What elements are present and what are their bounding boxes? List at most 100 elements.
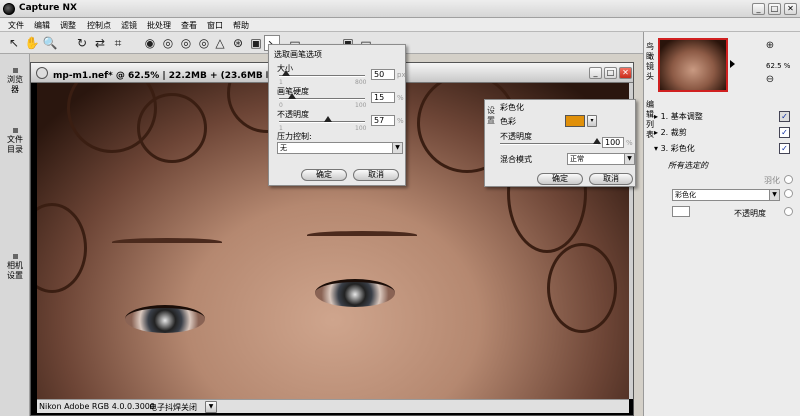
tab-browser[interactable]: 浏览器 <box>4 68 26 95</box>
auto-retouch-tool-icon[interactable]: ⊛ <box>230 35 246 51</box>
hair-curl <box>547 243 617 333</box>
colorize-step-select[interactable]: 彩色化 ▼ <box>672 189 780 201</box>
opacity-radio[interactable] <box>784 207 793 216</box>
red-eye-tool-icon[interactable]: △ <box>212 35 228 51</box>
color-swatch[interactable] <box>565 115 585 127</box>
step-colorize[interactable]: ▾ 3. 彩色化 ✓ <box>654 142 798 156</box>
brush-opacity-max: 100 <box>355 125 367 132</box>
brush-size-unit: px <box>397 71 406 79</box>
colorize-opacity-slider[interactable] <box>500 143 598 145</box>
brush-size-input[interactable]: 50 <box>371 69 395 80</box>
left-eyebrow <box>112 238 222 246</box>
color-label: 色彩 <box>500 117 516 126</box>
menu-window[interactable]: 窗口 <box>207 20 223 31</box>
white-point-tool-icon[interactable]: ◎ <box>160 35 176 51</box>
menu-edit[interactable]: 编辑 <box>34 20 50 31</box>
colorize-opacity-input[interactable]: 100 <box>602 137 624 148</box>
brush-size-thumb[interactable] <box>282 70 290 76</box>
step-crop[interactable]: ▸ 2. 裁剪 ✓ <box>654 126 798 140</box>
step-checkbox[interactable]: ✓ <box>779 111 790 122</box>
brush-opacity-input[interactable]: 57 <box>371 115 395 126</box>
brush-size-slider[interactable] <box>279 75 365 77</box>
straighten-tool-icon[interactable]: ⇄ <box>92 35 108 51</box>
brush-cancel-button[interactable]: 取消 <box>353 169 399 181</box>
tab-camera-settings[interactable]: 相机设置 <box>4 254 26 281</box>
rotate-tool-icon[interactable]: ↻ <box>74 35 90 51</box>
thumbnail-pointer-icon <box>730 60 735 68</box>
image-status-bar: Nikon Adobe RGB 4.0.0.3000 电子抖焊关闭 ▼ <box>37 399 629 413</box>
image-minimize-button[interactable]: _ <box>589 67 602 79</box>
brush-hardness-input[interactable]: 15 <box>371 92 395 103</box>
colorize-popup: 设置 彩色化 色彩 ▾ 不透明度 100 % 混合模式 正常 ▼ 确定 取消 <box>484 99 636 187</box>
zoom-level: 62.5 % <box>766 62 791 70</box>
chevron-down-icon: ▼ <box>392 143 402 153</box>
zoom-tool-icon[interactable]: 🔍 <box>42 35 58 51</box>
blend-mode-label: 混合模式 <box>500 155 532 164</box>
colorize-cancel-button[interactable]: 取消 <box>589 173 633 185</box>
color-picker-button[interactable]: ▾ <box>587 115 597 127</box>
crop-tool-icon[interactable]: ⌗ <box>110 35 126 51</box>
brush-size-max: 800 <box>355 79 367 86</box>
step-checkbox[interactable]: ✓ <box>779 127 790 138</box>
brush-hardness-min: 0 <box>279 102 283 109</box>
tab-birds-eye[interactable]: 鸟瞰镜头 <box>645 42 655 82</box>
close-button[interactable]: ✕ <box>784 3 797 15</box>
zoom-out-icon[interactable]: ⊖ <box>762 72 778 88</box>
step-opacity-label: 不透明度 <box>734 209 766 218</box>
colorize-step-radio[interactable] <box>784 189 793 198</box>
menu-help[interactable]: 帮助 <box>233 20 249 31</box>
blend-mode-value: 正常 <box>570 155 584 163</box>
zoom-in-icon[interactable]: ⊕ <box>762 38 778 54</box>
pressure-control-select[interactable]: 无 ▼ <box>277 142 403 154</box>
colorize-step-value: 彩色化 <box>675 191 696 199</box>
blend-mode-select[interactable]: 正常 ▼ <box>567 153 635 165</box>
menu-adjust[interactable]: 调整 <box>60 20 76 31</box>
image-close-button[interactable]: ✕ <box>619 67 632 79</box>
minimize-button[interactable]: _ <box>752 3 765 15</box>
colorize-ok-button[interactable]: 确定 <box>537 173 583 185</box>
brush-opacity-label: 不透明度 <box>277 110 309 119</box>
brush-ok-button[interactable]: 确定 <box>301 169 347 181</box>
menu-bar: 文件 编辑 调整 控制点 滤镜 批处理 查看 窗口 帮助 <box>0 18 800 32</box>
colorize-opacity-thumb[interactable] <box>593 138 601 144</box>
brush-hardness-unit: % <box>397 94 404 102</box>
right-eyebrow <box>307 231 417 239</box>
neutral-point-tool-icon[interactable]: ◎ <box>178 35 194 51</box>
color-point-tool-icon[interactable]: ◎ <box>196 35 212 51</box>
pressure-control-label: 压力控制: <box>277 132 312 141</box>
hand-tool-icon[interactable]: ✋ <box>24 35 40 51</box>
colorize-opacity-label: 不透明度 <box>500 132 532 141</box>
opacity-brush-icon[interactable] <box>672 206 690 217</box>
birds-eye-thumbnail[interactable] <box>658 38 728 92</box>
eye-tool-icon[interactable]: ▣ <box>248 35 264 51</box>
menu-view[interactable]: 查看 <box>181 20 197 31</box>
colorize-settings-tab[interactable]: 设置 <box>486 106 496 126</box>
menu-filter[interactable]: 滤镜 <box>121 20 137 31</box>
right-eye <box>315 279 395 307</box>
brush-size-min: 1 <box>279 79 283 86</box>
tab-browser-label: 浏览器 <box>7 75 23 94</box>
brush-opacity-slider[interactable] <box>279 121 365 123</box>
brush-hardness-thumb[interactable] <box>288 93 296 99</box>
tab-file-directory[interactable]: 文件目录 <box>4 128 26 155</box>
black-point-tool-icon[interactable]: ◉ <box>142 35 158 51</box>
step-basic-adjust[interactable]: ▸ 1. 基本调整 ✓ <box>654 110 798 124</box>
image-maximize-button[interactable]: □ <box>604 67 617 79</box>
brush-popup-title: 选取画笔选项 <box>274 50 322 59</box>
menu-file[interactable]: 文件 <box>8 20 24 31</box>
step-label: 3. 彩色化 <box>660 144 695 153</box>
menu-control-points[interactable]: 控制点 <box>87 20 111 31</box>
status-dropdown-button[interactable]: ▼ <box>205 401 217 413</box>
title-bar: Capture NX _ □ ✕ <box>0 0 800 18</box>
app-title: Capture NX <box>19 3 77 13</box>
pressure-control-value: 无 <box>280 144 287 152</box>
direct-select-tool-icon[interactable]: ↖ <box>6 35 22 51</box>
feather-radio[interactable] <box>784 175 793 184</box>
maximize-button[interactable]: □ <box>768 3 781 15</box>
brush-hardness-max: 100 <box>355 102 367 109</box>
tab-marker-icon <box>12 254 18 259</box>
menu-batch[interactable]: 批处理 <box>147 20 171 31</box>
app-logo-icon <box>3 3 15 15</box>
step-checkbox[interactable]: ✓ <box>779 143 790 154</box>
brush-opacity-thumb[interactable] <box>324 116 332 122</box>
